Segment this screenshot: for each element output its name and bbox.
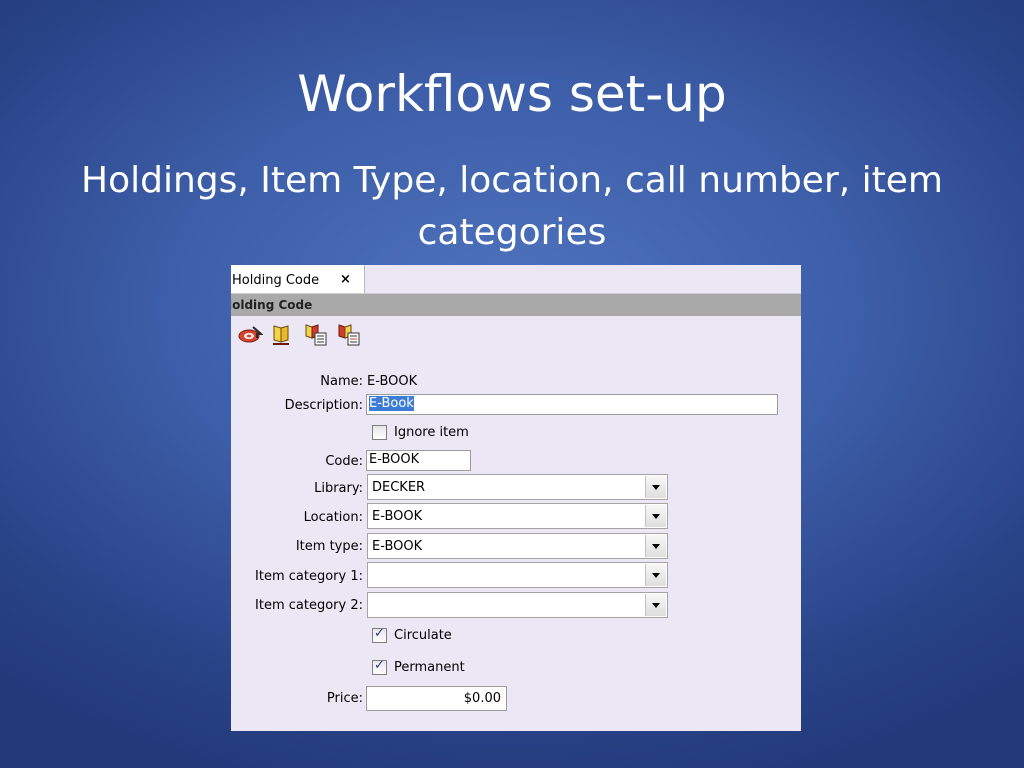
- circulate-checkbox[interactable]: ✓: [372, 626, 387, 643]
- book-list-icon[interactable]: [303, 323, 329, 347]
- item-type-value: E-BOOK: [372, 539, 423, 554]
- library-value: DECKER: [372, 480, 426, 495]
- location-value: E-BOOK: [372, 509, 423, 524]
- tab-label: Holding Code: [232, 273, 320, 288]
- circulate-label: Circulate: [394, 628, 452, 643]
- price-value: $0.00: [463, 691, 501, 706]
- permanent-checkbox[interactable]: ✓: [372, 658, 387, 675]
- price-label: Price:: [326, 691, 363, 706]
- chevron-down-icon[interactable]: [645, 594, 666, 616]
- permanent-label: Permanent: [394, 660, 465, 675]
- slide-subtitle: Holdings, Item Type, location, call numb…: [81, 160, 943, 253]
- section-title: lolding Code: [231, 298, 313, 312]
- item-category-1-label: Item category 1:: [255, 569, 363, 584]
- library-label: Library:: [314, 481, 363, 496]
- holding-code-window: Holding Code × lolding Code Name: E-BOOK…: [231, 265, 801, 731]
- code-label: Code:: [325, 454, 363, 469]
- book-list-delete-icon[interactable]: [336, 323, 362, 347]
- description-value: E-Book: [369, 396, 414, 411]
- slide-title: Workflows set-up: [297, 65, 727, 123]
- item-type-select[interactable]: E-BOOK: [367, 533, 668, 559]
- refresh-target-icon[interactable]: [237, 323, 263, 347]
- chevron-down-icon[interactable]: [645, 505, 666, 527]
- chevron-down-icon[interactable]: [645, 476, 666, 498]
- chevron-down-icon[interactable]: [645, 564, 666, 586]
- tab-holding-code[interactable]: Holding Code ×: [231, 265, 365, 293]
- location-label: Location:: [303, 510, 363, 525]
- check-icon: ✓: [374, 658, 385, 673]
- ignore-item-label: Ignore item: [394, 425, 469, 440]
- description-label: Description:: [284, 398, 363, 413]
- tab-strip: Holding Code ×: [231, 265, 801, 293]
- book-icon[interactable]: [270, 323, 296, 347]
- section-header: lolding Code: [231, 293, 801, 316]
- item-category-2-label: Item category 2:: [255, 598, 363, 613]
- toolbar: [237, 323, 437, 349]
- price-input[interactable]: $0.00: [366, 686, 507, 711]
- ignore-item-checkbox[interactable]: [372, 425, 387, 440]
- close-icon[interactable]: ×: [340, 272, 351, 287]
- code-value: E-BOOK: [369, 452, 420, 467]
- item-type-label: Item type:: [295, 539, 363, 554]
- check-icon: ✓: [374, 626, 385, 641]
- library-select[interactable]: DECKER: [367, 474, 668, 500]
- item-category-1-select[interactable]: [367, 562, 668, 588]
- code-input[interactable]: E-BOOK: [366, 450, 471, 471]
- name-label: Name:: [320, 374, 363, 389]
- item-category-2-select[interactable]: [367, 592, 668, 618]
- description-input[interactable]: E-Book: [366, 394, 778, 415]
- chevron-down-icon[interactable]: [645, 535, 666, 557]
- location-select[interactable]: E-BOOK: [367, 503, 668, 529]
- name-value: E-BOOK: [367, 374, 418, 389]
